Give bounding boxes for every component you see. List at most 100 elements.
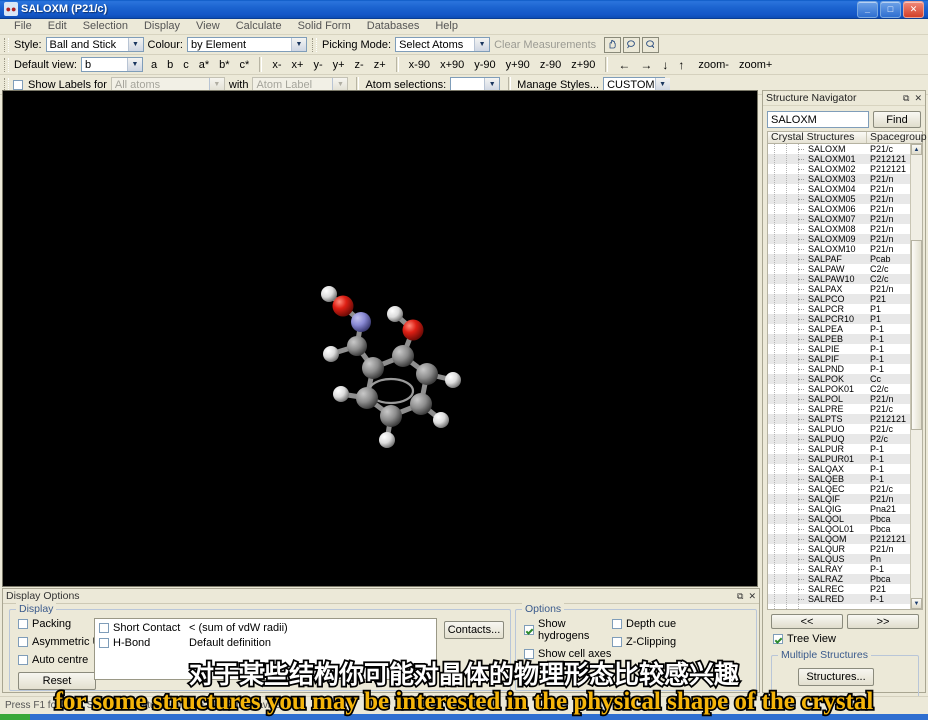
table-row[interactable]: SALOXM08 P21/n [768,224,922,234]
show-hydrogens-row[interactable]: Show hydrogens [524,618,612,642]
picking-mode-combo[interactable]: Select Atoms ▼ [395,37,491,52]
table-row[interactable]: SALPOK Cc [768,374,922,384]
previous-button[interactable]: << [771,614,843,629]
menu-databases[interactable]: Databases [359,19,428,34]
short-contact-checkbox[interactable] [99,623,109,633]
table-row[interactable]: SALPUR01 P-1 [768,454,922,464]
table-row[interactable]: SALQUS Pn [768,554,922,564]
list-scrollbar[interactable]: ▲ ▼ [910,144,922,609]
arrow-right-icon[interactable]: → [635,58,657,72]
axis-c-button[interactable]: c [178,59,194,71]
column-crystal-structures[interactable]: Crystal Structures [768,132,867,143]
table-row[interactable]: SALPOK01 C2/c [768,384,922,394]
shift-z-minus-button[interactable]: z- [350,59,369,71]
rotate-icon[interactable] [642,36,660,53]
arrow-down-icon[interactable]: ↓ [657,58,673,72]
show-cell-axes-row[interactable]: Show cell axes [524,648,612,660]
table-row[interactable]: SALQIF P21/n [768,494,922,504]
restore-icon[interactable]: ⧉ [737,591,743,602]
z-clipping-checkbox[interactable] [612,637,622,647]
menu-help[interactable]: Help [427,19,466,34]
depth-cue-checkbox[interactable] [612,619,622,629]
scroll-up-icon[interactable]: ▲ [911,144,922,155]
table-row[interactable]: SALQOL Pbca [768,514,922,524]
shift-y-plus-button[interactable]: y+ [328,59,350,71]
axis-a-button[interactable]: a [146,59,162,71]
menu-solid-form[interactable]: Solid Form [290,19,359,34]
hand-icon[interactable] [604,36,622,53]
search-input[interactable]: SALOXM [767,111,869,128]
table-row[interactable]: SALPRE P21/c [768,404,922,414]
axis-a-star-button[interactable]: a* [194,59,214,71]
column-spacegroup[interactable]: Spacegroup [867,132,927,143]
z-clipping-row[interactable]: Z-Clipping [612,636,692,648]
table-row[interactable]: SALOXM07 P21/n [768,214,922,224]
table-row[interactable]: SALOXM10 P21/n [768,244,922,254]
table-row[interactable]: SALOXM06 P21/n [768,204,922,214]
h-bond-row[interactable]: H-Bond Default definition [99,637,432,649]
table-row[interactable]: SALPIE P-1 [768,344,922,354]
depth-cue-row[interactable]: Depth cue [612,618,692,630]
restore-button[interactable]: □ [880,0,901,18]
table-row[interactable]: SALPUQ P2/c [768,434,922,444]
reset-button[interactable]: Reset [18,672,96,690]
close-icon[interactable]: ✕ [914,93,922,104]
menu-calculate[interactable]: Calculate [228,19,290,34]
find-button[interactable]: Find [873,111,921,128]
next-button[interactable]: >> [847,614,919,629]
show-labels-checkbox[interactable] [13,79,23,90]
table-row[interactable]: SALPND P-1 [768,364,922,374]
table-row[interactable]: SALPCO P21 [768,294,922,304]
arrow-left-icon[interactable]: ← [613,58,635,72]
toolbar-grip[interactable] [4,37,9,52]
show-cell-axes-checkbox[interactable] [524,649,534,659]
molecule-viewport[interactable] [2,90,758,587]
contacts-button[interactable]: Contacts... [444,621,504,639]
table-row[interactable]: SALPEB P-1 [768,334,922,344]
table-row[interactable]: SALOXM05 P21/n [768,194,922,204]
rotate-y-plus-90-button[interactable]: y+90 [501,59,535,71]
menu-selection[interactable]: Selection [75,19,136,34]
default-view-combo[interactable]: b ▼ [80,57,143,72]
rotate-x-plus-90-button[interactable]: x+90 [435,59,469,71]
shift-y-minus-button[interactable]: y- [308,59,327,71]
table-row[interactable]: SALQOM P212121 [768,534,922,544]
rotate-x-minus-90-button[interactable]: x-90 [404,59,435,71]
shift-z-plus-button[interactable]: z+ [369,59,391,71]
arrow-up-icon[interactable]: ↑ [673,58,689,72]
table-row[interactable]: SALPIF P-1 [768,354,922,364]
table-row[interactable]: SALPAF Pcab [768,254,922,264]
tree-view-checkbox[interactable] [773,634,783,644]
minimize-button[interactable]: _ [857,0,878,18]
axis-b-star-button[interactable]: b* [214,59,234,71]
table-row[interactable]: SALQUR P21/n [768,544,922,554]
close-icon[interactable]: ✕ [748,591,756,602]
rotate-y-minus-90-button[interactable]: y-90 [469,59,500,71]
auto-centre-checkbox[interactable] [18,655,28,665]
table-row[interactable]: SALPCR10 P1 [768,314,922,324]
table-row[interactable]: SALPUR P-1 [768,444,922,454]
shift-x-plus-button[interactable]: x+ [287,59,309,71]
table-row[interactable]: SALPAW10 C2/c [768,274,922,284]
magnifier-icon[interactable] [623,36,641,53]
table-row[interactable]: SALQOL01 Pbca [768,524,922,534]
table-row[interactable]: SALOXM03 P21/n [768,174,922,184]
menu-edit[interactable]: Edit [40,19,75,34]
table-row[interactable]: SALREC P21 [768,584,922,594]
shift-x-minus-button[interactable]: x- [267,59,286,71]
scroll-down-icon[interactable]: ▼ [911,598,922,609]
table-row[interactable]: SALRAY P-1 [768,564,922,574]
zoom-out-button[interactable]: zoom- [693,59,734,71]
table-row[interactable]: SALQEC P21/c [768,484,922,494]
asymmetric-unit-checkbox[interactable] [18,637,28,647]
table-row[interactable]: SALPUO P21/c [768,424,922,434]
style-combo[interactable]: Ball and Stick ▼ [45,37,144,52]
axis-b-button[interactable]: b [162,59,178,71]
table-row[interactable]: SALPOL P21/n [768,394,922,404]
clear-measurements-label[interactable]: Clear Measurements [494,39,596,51]
rotate-z-minus-90-button[interactable]: z-90 [535,59,566,71]
menu-file[interactable]: File [6,19,40,34]
tree-view-row[interactable]: Tree View [767,633,923,645]
table-row[interactable]: SALOXM04 P21/n [768,184,922,194]
colour-combo[interactable]: by Element ▼ [186,37,307,52]
